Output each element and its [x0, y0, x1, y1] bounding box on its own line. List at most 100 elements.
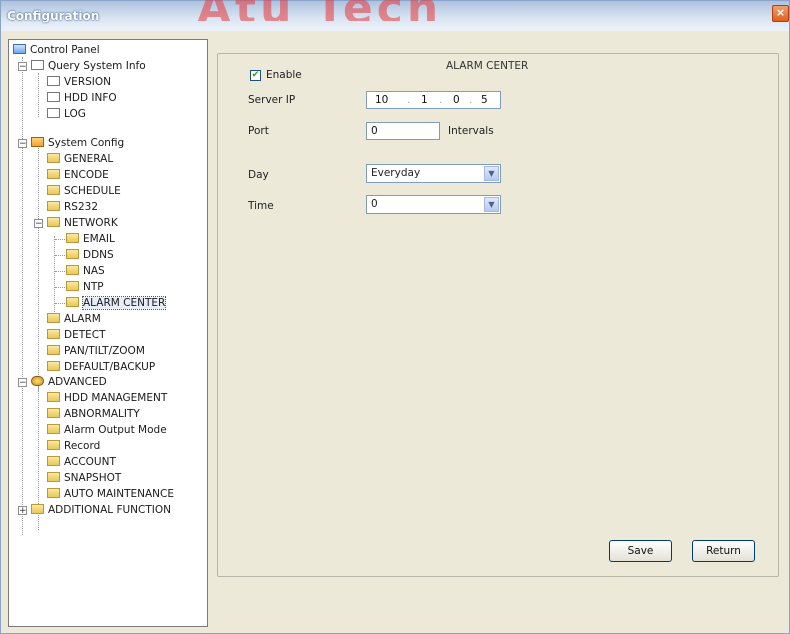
folder-icon — [66, 281, 79, 291]
day-value: Everyday — [371, 167, 421, 179]
tree-item-rs232[interactable]: RS232 — [47, 200, 98, 214]
tree-item-detect[interactable]: DETECT — [47, 328, 106, 342]
folder-icon — [47, 456, 60, 466]
tree-item-label: SNAPSHOT — [64, 472, 122, 484]
folder-icon — [47, 408, 60, 418]
tree-item-snapshot[interactable]: SNAPSHOT — [47, 471, 121, 485]
tree-item-label: Control Panel — [30, 44, 100, 56]
tree-item-account[interactable]: ACCOUNT — [47, 455, 116, 469]
tree-item-alarm[interactable]: ALARM — [47, 312, 101, 326]
port-label: Port — [248, 125, 269, 137]
port-input[interactable]: 0 — [366, 122, 440, 140]
return-button[interactable]: Return — [692, 540, 755, 562]
tree-item-label: DETECT — [64, 329, 106, 341]
server-ip-field[interactable]: 10 . 1 . 0 . 5 — [366, 91, 501, 109]
control-panel-icon — [13, 44, 26, 54]
tree-item-abnormality[interactable]: ABNORMALITY — [47, 407, 140, 421]
folder-icon — [47, 392, 60, 402]
tree-item-alarm-output-mode[interactable]: Alarm Output Mode — [47, 423, 167, 437]
folder-icon — [66, 249, 79, 259]
watermark: Atu Tech — [197, 0, 790, 21]
gear-icon — [31, 376, 44, 386]
configuration-window: Configuration Atu Tech × Control Panel −… — [0, 0, 790, 634]
folder-icon — [47, 201, 60, 211]
tree-item-label: LOG — [64, 108, 86, 120]
folder-icon — [47, 424, 60, 434]
tree-item-advanced[interactable]: ADVANCED — [31, 375, 107, 389]
folder-icon — [47, 329, 60, 339]
tree-item-encode[interactable]: ENCODE — [47, 168, 109, 182]
tree-item-label: DDNS — [83, 249, 114, 261]
document-icon — [47, 92, 60, 102]
alarm-center-group: ALARM CENTER ✔ Enable Server IP 10 . 1 .… — [217, 53, 779, 577]
folder-icon — [31, 504, 44, 514]
tree-item-label: ALARM — [64, 313, 101, 325]
collapse-icon[interactable]: − — [18, 139, 27, 149]
tree-item-auto-maintenance[interactable]: AUTO MAINTENANCE — [47, 487, 174, 501]
tree-item-email[interactable]: EMAIL — [66, 232, 115, 246]
tree-item-label: ABNORMALITY — [64, 408, 140, 420]
folder-icon — [47, 472, 60, 482]
folder-icon — [47, 313, 60, 323]
tree-item-label: ACCOUNT — [64, 456, 116, 468]
tree-item-record[interactable]: Record — [47, 439, 100, 453]
tree-item-label: System Config — [48, 137, 125, 149]
tree-item-schedule[interactable]: SCHEDULE — [47, 184, 121, 198]
tree-item-nas[interactable]: NAS — [66, 264, 105, 278]
tree-item-default-backup[interactable]: DEFAULT/BACKUP — [47, 360, 155, 374]
day-select[interactable]: Everyday ▼ — [366, 164, 501, 183]
folder-icon — [47, 185, 60, 195]
tree-item-label: HDD MANAGEMENT — [64, 392, 168, 404]
tree-item-label: ADDITIONAL FUNCTION — [48, 504, 171, 516]
tree-item-control-panel[interactable]: Control Panel — [13, 43, 100, 57]
system-config-icon — [31, 137, 44, 147]
tree-item-alarm-center[interactable]: ALARM CENTER — [66, 296, 167, 310]
tree-item-label: SCHEDULE — [64, 185, 121, 197]
time-select[interactable]: 0 ▼ — [366, 195, 501, 214]
expand-icon[interactable]: + — [18, 506, 27, 516]
folder-icon — [47, 440, 60, 450]
tree-item-network[interactable]: NETWORK — [47, 216, 118, 230]
tree-item-system-config[interactable]: System Config — [31, 136, 124, 150]
tree-item-label: HDD INFO — [64, 92, 117, 104]
chevron-down-icon[interactable]: ▼ — [484, 166, 499, 181]
folder-icon — [66, 265, 79, 275]
tree-item-ddns[interactable]: DDNS — [66, 248, 114, 262]
tree-item-hdd-info[interactable]: HDD INFO — [47, 91, 117, 105]
port-unit: Intervals — [448, 125, 494, 137]
tree-item-ntp[interactable]: NTP — [66, 280, 104, 294]
collapse-icon[interactable]: − — [18, 378, 27, 388]
tree-item-label: DEFAULT/BACKUP — [64, 361, 156, 373]
tree-item-additional-function[interactable]: ADDITIONAL FUNCTION — [31, 503, 171, 517]
group-legend: ALARM CENTER — [440, 60, 535, 72]
save-button[interactable]: Save — [609, 540, 672, 562]
tree-item-version[interactable]: VERSION — [47, 75, 111, 89]
ip-octet-1: 10 — [375, 94, 389, 106]
ip-octet-3: 0 — [453, 94, 460, 106]
ip-octet-2: 1 — [421, 94, 428, 106]
tree-item-general[interactable]: GENERAL — [47, 152, 113, 166]
title-bar: Configuration Atu Tech × — [1, 0, 790, 31]
close-button[interactable]: × — [772, 5, 789, 22]
tree-item-label: VERSION — [64, 76, 111, 88]
tree-item-label: Alarm Output Mode — [64, 424, 167, 436]
folder-icon — [47, 153, 60, 163]
tree-item-label: RS232 — [64, 201, 99, 213]
document-icon — [47, 76, 60, 86]
enable-checkbox[interactable]: ✔ — [250, 70, 261, 81]
tree-item-query-system-info[interactable]: Query System Info — [31, 59, 146, 73]
tree-item-log[interactable]: LOG — [47, 107, 86, 121]
tree-item-label: ENCODE — [64, 169, 109, 181]
tree-item-pan-tilt-zoom[interactable]: PAN/TILT/ZOOM — [47, 344, 145, 358]
config-tree: Control Panel − Query System Info VERSIO… — [8, 39, 208, 627]
document-icon — [47, 108, 60, 118]
window-title: Configuration — [7, 9, 100, 23]
tree-item-label: NAS — [83, 265, 105, 277]
chevron-down-icon[interactable]: ▼ — [484, 197, 499, 212]
tree-item-label: Record — [64, 440, 101, 452]
server-ip-label: Server IP — [248, 94, 296, 106]
folder-icon — [66, 233, 79, 243]
collapse-icon[interactable]: − — [34, 219, 43, 229]
collapse-icon[interactable]: − — [18, 62, 27, 72]
tree-item-hdd-management[interactable]: HDD MANAGEMENT — [47, 391, 167, 405]
